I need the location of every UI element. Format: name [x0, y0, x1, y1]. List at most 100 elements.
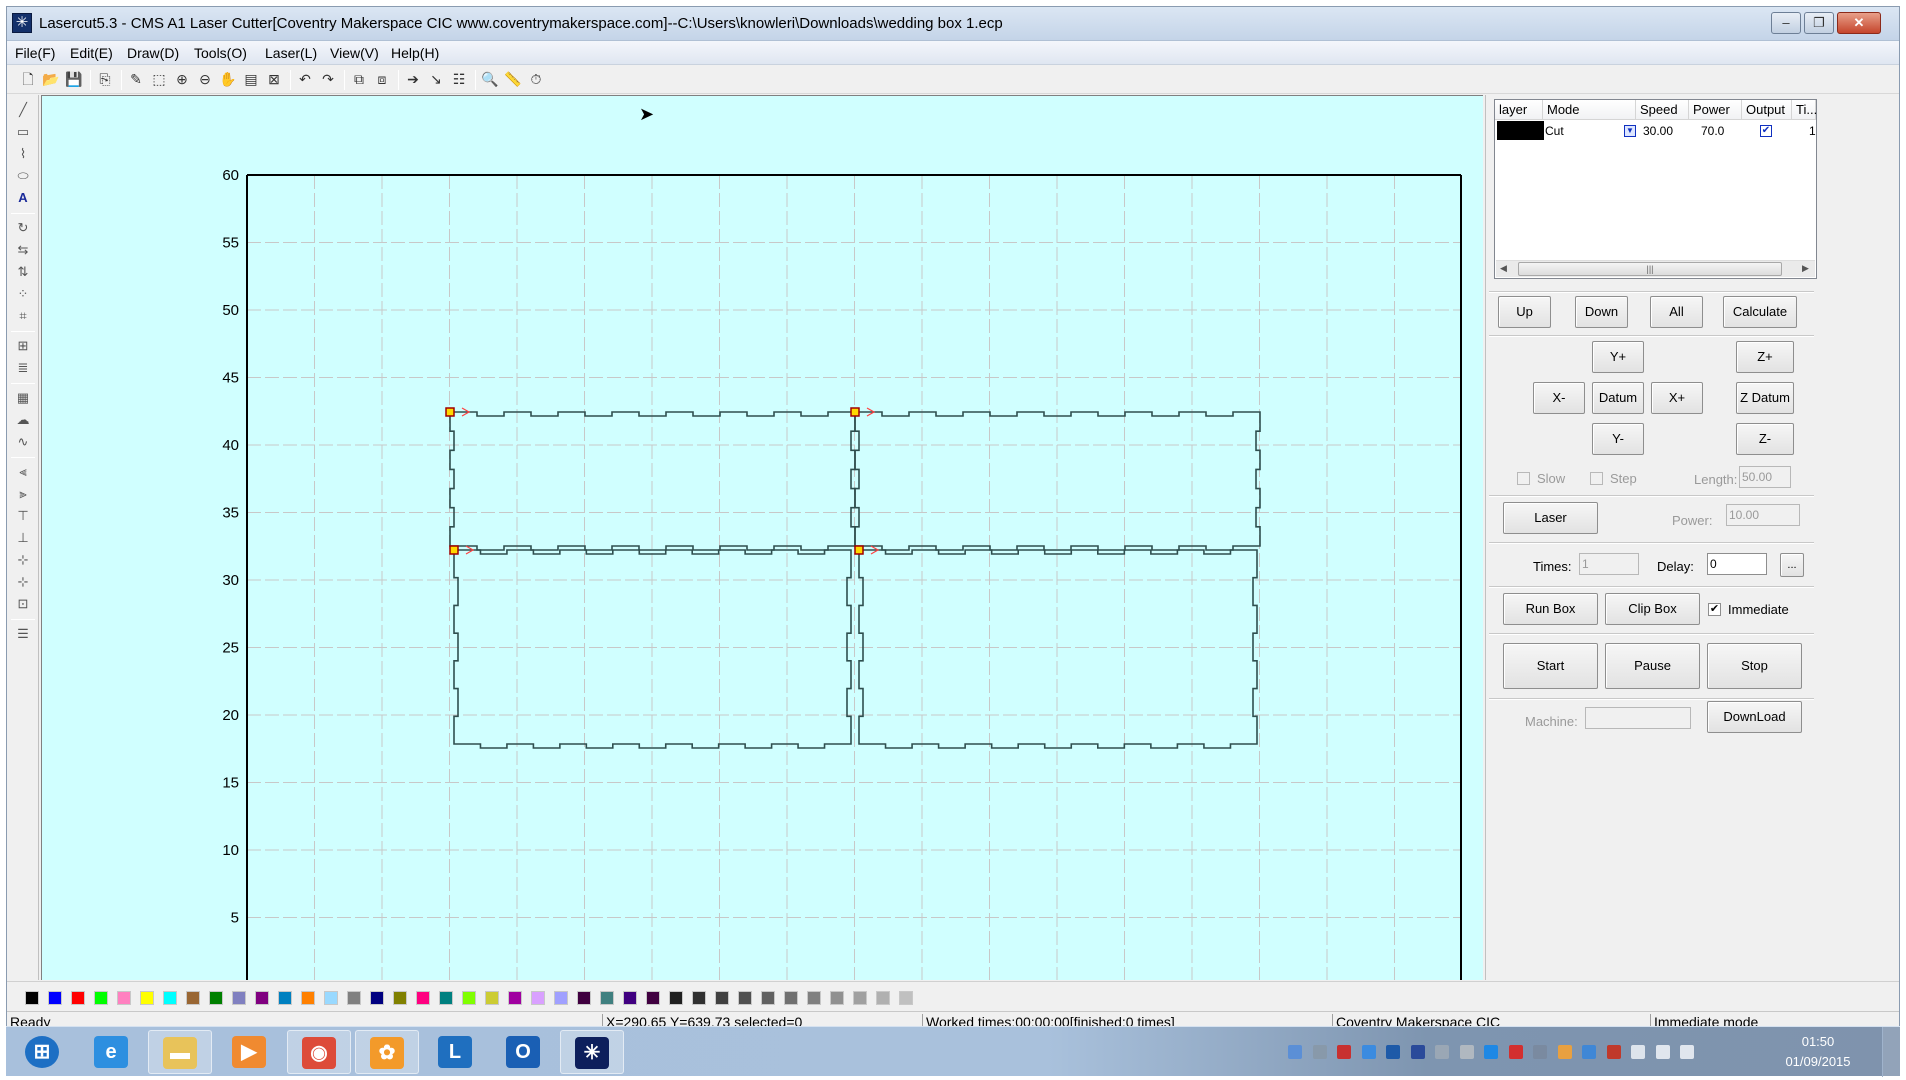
rotate-icon[interactable]: ↻ [13, 219, 33, 237]
color-swatch[interactable] [508, 991, 522, 1005]
col-header-speed[interactable]: Speed [1636, 100, 1689, 120]
color-swatch[interactable] [899, 991, 913, 1005]
array-icon[interactable]: ⊞ [13, 337, 33, 355]
menu-edit[interactable]: Edit(E) [70, 45, 113, 61]
color-swatch[interactable] [186, 991, 200, 1005]
internet-explorer-taskbar-button[interactable]: e [80, 1030, 144, 1074]
machine-select[interactable] [1585, 707, 1691, 729]
zoom-in-icon[interactable]: ⊕ [173, 70, 191, 88]
color-swatch[interactable] [600, 991, 614, 1005]
menu-help[interactable]: Help(H) [391, 45, 439, 61]
delay-options-button[interactable]: ... [1780, 553, 1804, 577]
color-swatch[interactable] [347, 991, 361, 1005]
tray-icon[interactable] [1312, 1045, 1327, 1059]
table-horizontal-scrollbar[interactable]: ◀ ||| ▶ [1496, 260, 1815, 277]
page-view-icon[interactable]: ▤ [242, 70, 260, 88]
color-swatch[interactable] [163, 991, 177, 1005]
calculate-button[interactable]: Calculate [1723, 296, 1797, 328]
align-bottom-icon[interactable]: ⊥ [13, 529, 33, 547]
show-desktop-button[interactable] [1882, 1027, 1900, 1077]
z-plus-button[interactable]: Z+ [1736, 341, 1794, 373]
align-right-icon[interactable]: ⫸ [13, 485, 33, 503]
datum-button[interactable]: Datum [1592, 382, 1644, 414]
mirror-vertical-icon[interactable]: ⇅ [13, 263, 33, 281]
color-swatch[interactable] [807, 991, 821, 1005]
run-box-button[interactable]: Run Box [1503, 593, 1598, 625]
pan-hand-icon[interactable]: ✋ [219, 70, 237, 88]
color-swatch[interactable] [462, 991, 476, 1005]
laser-button[interactable]: Laser [1503, 502, 1598, 534]
scroll-thumb[interactable]: ||| [1518, 262, 1782, 276]
outlook-taskbar-button[interactable]: O [492, 1030, 556, 1074]
color-swatch[interactable] [531, 991, 545, 1005]
color-swatch[interactable] [301, 991, 315, 1005]
fill-pattern-icon[interactable]: ▦ [13, 389, 33, 407]
menu-laser[interactable]: Laser(L) [265, 45, 317, 61]
tray-icon[interactable] [1508, 1045, 1523, 1059]
up-button[interactable]: Up [1498, 296, 1551, 328]
curve-icon[interactable]: ∿ [13, 433, 33, 451]
clock-time[interactable]: 01:50 [1778, 1034, 1858, 1049]
color-swatch[interactable] [577, 991, 591, 1005]
color-swatch[interactable] [370, 991, 384, 1005]
col-header-power[interactable]: Power [1689, 100, 1742, 120]
pause-button[interactable]: Pause [1605, 643, 1700, 689]
y-plus-button[interactable]: Y+ [1592, 341, 1644, 373]
color-swatch[interactable] [232, 991, 246, 1005]
download-button[interactable]: DownLoad [1707, 701, 1802, 733]
color-swatch[interactable] [646, 991, 660, 1005]
color-swatch[interactable] [71, 991, 85, 1005]
group-icon[interactable]: ⧉ [350, 70, 368, 88]
fit-view-icon[interactable]: ⊠ [265, 70, 283, 88]
start-button[interactable]: ⊞ [11, 1030, 75, 1074]
tray-icon[interactable] [1459, 1045, 1474, 1059]
file-explorer-taskbar-button[interactable]: ▬ [148, 1030, 212, 1074]
color-swatch[interactable] [669, 991, 683, 1005]
menu-view[interactable]: View(V) [330, 45, 379, 61]
color-swatch[interactable] [761, 991, 775, 1005]
color-swatch[interactable] [25, 991, 39, 1005]
text-tool-icon[interactable]: A [13, 189, 33, 207]
center-both-icon[interactable]: ⊡ [13, 595, 33, 613]
color-swatch[interactable] [393, 991, 407, 1005]
line-tool-icon[interactable]: ╱ [13, 101, 33, 119]
color-swatch[interactable] [48, 991, 62, 1005]
tray-icon[interactable] [1631, 1045, 1645, 1059]
ellipse-tool-icon[interactable]: ⬭ [13, 167, 33, 185]
times-field[interactable]: 1 [1579, 553, 1639, 575]
immediate-checkbox[interactable]: ✔ [1708, 603, 1721, 616]
center-horizontal-icon[interactable]: ⊹ [13, 551, 33, 569]
node-edit-icon[interactable]: ⁘ [13, 285, 33, 303]
align-left-icon[interactable]: ⫷ [13, 463, 33, 481]
color-swatch[interactable] [623, 991, 637, 1005]
color-swatch[interactable] [830, 991, 844, 1005]
tray-icon[interactable] [1582, 1045, 1596, 1059]
tray-icon[interactable] [1655, 1045, 1670, 1059]
new-file-icon[interactable]: 🗋 [19, 70, 37, 88]
minimize-button[interactable]: – [1771, 12, 1801, 34]
tray-icon[interactable] [1288, 1045, 1302, 1059]
scroll-right-icon[interactable]: ▶ [1802, 263, 1809, 274]
length-field[interactable]: 50.00 [1739, 466, 1791, 488]
power-field[interactable]: 10.00 [1726, 504, 1800, 526]
color-swatch[interactable] [324, 991, 338, 1005]
canvas-drawing[interactable]: 60 55 50 45 40 35 30 25 20 15 10 5 [42, 96, 1483, 980]
rectangle-tool-icon[interactable]: ▭ [13, 123, 33, 141]
color-swatch[interactable] [278, 991, 292, 1005]
redo-icon[interactable]: ↷ [319, 70, 337, 88]
timer-icon[interactable]: ⏱ [527, 70, 545, 88]
layer-color-swatch[interactable] [1497, 121, 1544, 140]
align-lines-icon[interactable]: ≣ [13, 359, 33, 377]
menu-file[interactable]: File(F) [15, 45, 55, 61]
delay-field[interactable]: 0 [1707, 553, 1767, 575]
scroll-left-icon[interactable]: ◀ [1500, 263, 1507, 274]
color-swatch[interactable] [715, 991, 729, 1005]
color-swatch[interactable] [117, 991, 131, 1005]
y-minus-button[interactable]: Y- [1592, 423, 1644, 455]
tray-icon[interactable] [1606, 1045, 1621, 1059]
polyline-tool-icon[interactable]: ⌇ [13, 145, 33, 163]
clock-date[interactable]: 01/09/2015 [1778, 1054, 1858, 1069]
color-swatch[interactable] [784, 991, 798, 1005]
close-button[interactable]: ✕ [1837, 12, 1881, 34]
tray-icon[interactable] [1435, 1045, 1449, 1059]
